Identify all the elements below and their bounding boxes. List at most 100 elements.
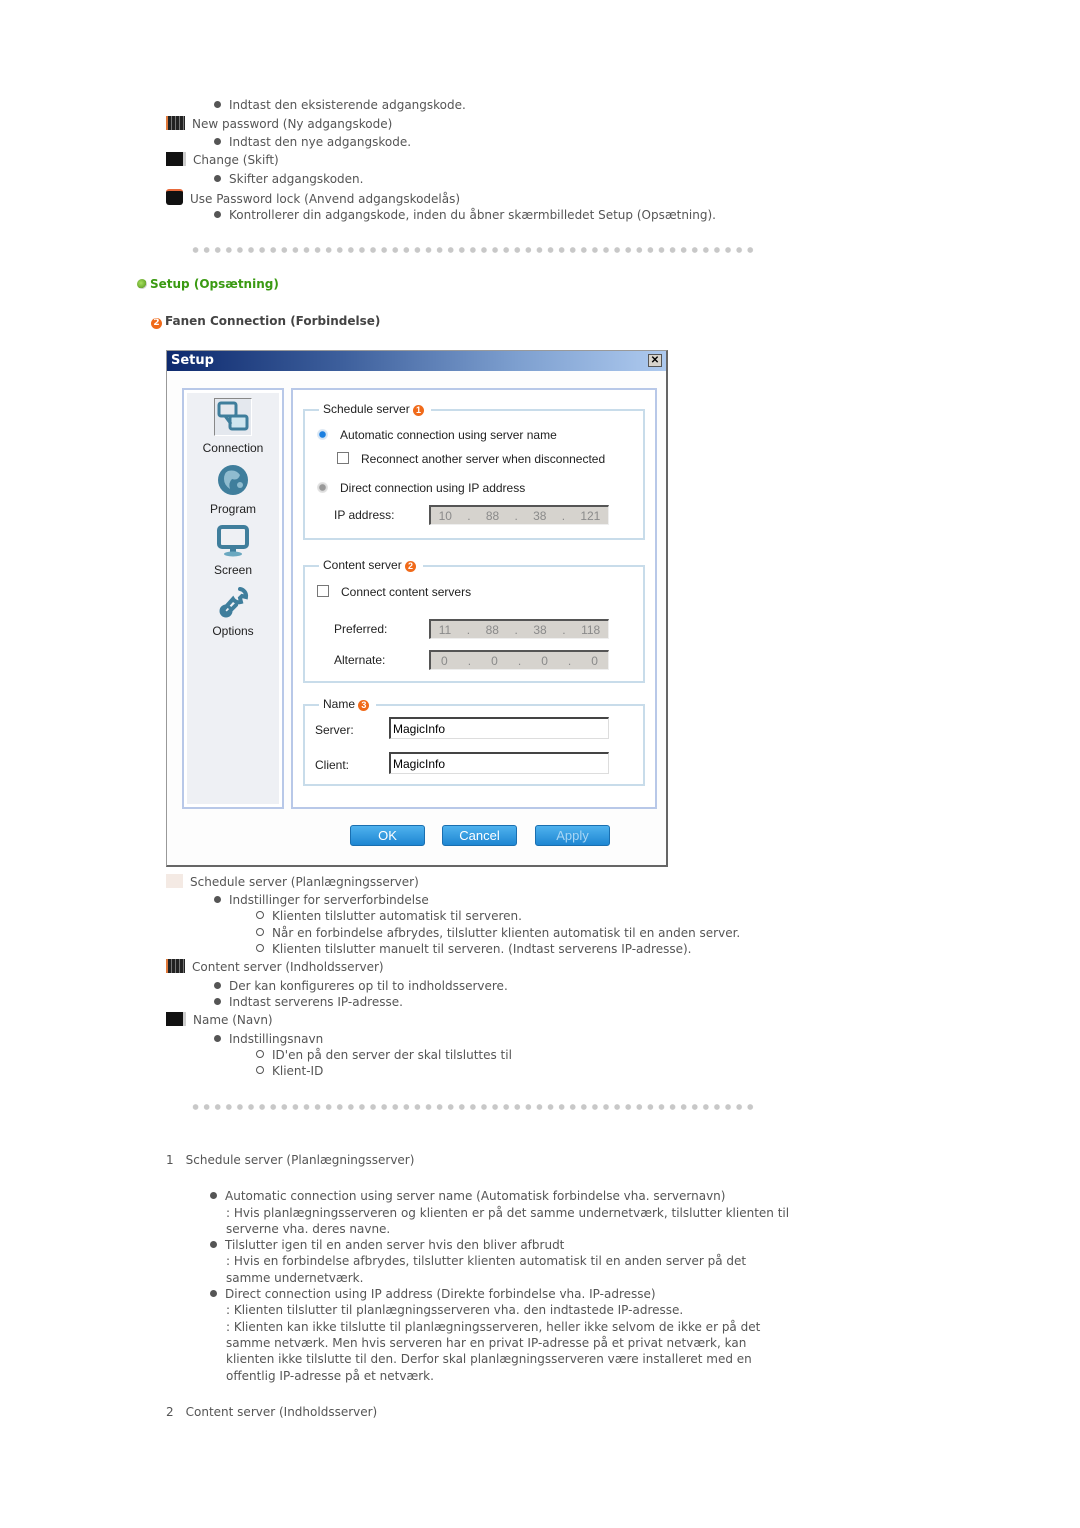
group-legend: Name 3 bbox=[319, 697, 377, 711]
direct-connection-radio[interactable]: Direct connection using IP address bbox=[317, 481, 525, 495]
server-name-label: Server: bbox=[315, 723, 354, 737]
continuation-text: offentlig IP-adresse på et netværk. bbox=[226, 1369, 434, 1383]
list-item: New password (Ny adgangskode) bbox=[166, 116, 392, 132]
list-item: Indstillingsnavn bbox=[214, 1031, 323, 1047]
list-item: Klienten tilslutter manuelt til serveren… bbox=[256, 941, 691, 957]
dialog-title: Setup bbox=[171, 353, 214, 368]
bullet-icon bbox=[210, 1241, 217, 1248]
ip-octet: 0 bbox=[491, 653, 498, 668]
monitor-icon bbox=[217, 525, 249, 557]
bullet-icon bbox=[214, 211, 221, 218]
heading-number: 1 bbox=[166, 1153, 174, 1167]
nav-item-program[interactable]: Program bbox=[187, 463, 279, 516]
close-button[interactable]: ✕ bbox=[648, 354, 662, 367]
subsection-title: 2 Fanen Connection (Forbindelse) bbox=[151, 314, 380, 329]
continuation-text: klienten ikke tilslutte til den. Derfor … bbox=[226, 1352, 752, 1366]
ip-octet: 121 bbox=[580, 508, 601, 523]
password-lock-icon bbox=[166, 189, 183, 205]
bullet-icon bbox=[214, 896, 221, 903]
list-item-text: Change (Skift) bbox=[193, 153, 279, 167]
ip-octet: 38 bbox=[533, 508, 547, 523]
ip-octet: 88 bbox=[485, 508, 500, 523]
nav-label: Options bbox=[212, 624, 254, 638]
nav-item-screen[interactable]: Screen bbox=[187, 524, 279, 577]
list-item-text: Når en forbindelse afbrydes, tilslutter … bbox=[272, 926, 741, 940]
globe-icon bbox=[218, 465, 248, 495]
subsection-title-text: Fanen Connection (Forbindelse) bbox=[165, 314, 381, 328]
ip-octet: 0 bbox=[441, 653, 448, 668]
list-item: Use Password lock (Anvend adgangskodelås… bbox=[166, 189, 460, 207]
wrench-icon bbox=[219, 587, 249, 618]
list-item: Når en forbindelse afbrydes, tilslutter … bbox=[256, 925, 740, 941]
bullet-icon bbox=[214, 175, 221, 182]
auto-connection-radio[interactable]: Automatic connection using server name bbox=[317, 428, 557, 442]
list-item: Klienten tilslutter automatisk til serve… bbox=[256, 908, 522, 924]
list-item: ID'en på den server der skal tilsluttes … bbox=[256, 1047, 512, 1063]
list-item: Indtast den eksisterende adgangskode. bbox=[214, 97, 466, 113]
ip-octet: 118 bbox=[581, 622, 601, 637]
client-name-label: Client: bbox=[315, 758, 350, 772]
bullet-icon bbox=[214, 1035, 221, 1042]
name-group: Name 3 Server: Client: bbox=[303, 697, 645, 786]
list-item: Indtast den nye adgangskode. bbox=[214, 134, 411, 150]
ok-button[interactable]: OK bbox=[350, 825, 425, 846]
numbered-heading: 2 Content server (Indholdsserver) bbox=[166, 1404, 377, 1420]
continuation-text: : Klienten tilslutter til planlægningsse… bbox=[226, 1303, 684, 1317]
connection-icon bbox=[214, 398, 252, 436]
list-item-text: Indtast den nye adgangskode. bbox=[229, 135, 412, 149]
preferred-ip-field[interactable]: 11. 88. 38. 118 bbox=[429, 619, 609, 639]
nav-label: Screen bbox=[213, 563, 253, 577]
ip-octet: 0 bbox=[541, 653, 548, 668]
setup-dialog: Setup ✕ Connection Program Screen Option… bbox=[166, 350, 668, 867]
list-item: Kontrollerer din adgangskode, inden du å… bbox=[214, 207, 716, 223]
reconnect-checkbox[interactable]: Reconnect another server when disconnect… bbox=[337, 452, 605, 466]
bullet-icon bbox=[214, 138, 221, 145]
change-icon bbox=[166, 152, 186, 166]
list-item: Indstillinger for serverforbindelse bbox=[214, 892, 429, 908]
ip-octet: 0 bbox=[591, 653, 598, 668]
ip-address-field[interactable]: 10. 88. 38. 121 bbox=[429, 505, 609, 525]
list-item-text: Content server (Indholdsserver) bbox=[192, 960, 384, 974]
checkbox-unchecked-icon bbox=[317, 585, 329, 597]
group-legend: Content server 2 bbox=[319, 558, 424, 572]
list-item-text: Indstillinger for serverforbindelse bbox=[229, 893, 429, 907]
bullet-icon bbox=[214, 982, 221, 989]
connection-panel: Schedule server 1 Automatic connection u… bbox=[291, 388, 657, 809]
alternate-label: Alternate: bbox=[334, 653, 386, 667]
list-item-text: Use Password lock (Anvend adgangskodelås… bbox=[190, 192, 461, 206]
list-item: Skifter adgangskoden. bbox=[214, 171, 363, 187]
list-item: Direct connection using IP address (Dire… bbox=[210, 1286, 656, 1302]
nav-item-connection[interactable]: Connection bbox=[187, 398, 279, 455]
list-item-text: Kontrollerer din adgangskode, inden du å… bbox=[229, 208, 716, 222]
list-item: Content server (Indholdsserver) bbox=[166, 959, 384, 975]
number-badge-icon: 2 bbox=[405, 561, 417, 572]
nav-label: Connection bbox=[202, 441, 264, 455]
bullet-icon bbox=[210, 1192, 217, 1199]
apply-button[interactable]: Apply bbox=[535, 825, 610, 846]
legend-text: Name bbox=[323, 697, 356, 711]
legend-text: Content server bbox=[323, 558, 402, 572]
circle-bullet-icon bbox=[256, 1050, 264, 1058]
list-item: Der kan konfigureres op til to indholdss… bbox=[214, 978, 508, 994]
content-server-icon bbox=[166, 959, 185, 973]
group-legend: Schedule server 1 bbox=[319, 402, 432, 416]
list-item: Name (Navn) bbox=[166, 1012, 273, 1028]
heading-text: Schedule server (Planlægningsserver) bbox=[185, 1153, 415, 1167]
list-item-text: Indstillingsnavn bbox=[229, 1032, 324, 1046]
nav-item-options[interactable]: Options bbox=[187, 585, 279, 638]
number-badge-icon: 1 bbox=[413, 405, 425, 416]
alternate-ip-field[interactable]: 0. 0. 0. 0 bbox=[429, 650, 609, 670]
continuation-text: serverne vha. deres navne. bbox=[226, 1222, 391, 1236]
list-item-text: Name (Navn) bbox=[193, 1013, 273, 1027]
server-name-input[interactable] bbox=[389, 717, 609, 739]
cancel-button[interactable]: Cancel bbox=[442, 825, 517, 846]
radio-selected-icon bbox=[317, 429, 328, 440]
connect-content-servers-checkbox[interactable]: Connect content servers bbox=[317, 585, 471, 599]
legend-text: Schedule server bbox=[323, 402, 410, 416]
dotted-divider bbox=[190, 247, 756, 253]
list-item-text: Skifter adgangskoden. bbox=[229, 172, 364, 186]
client-name-input[interactable] bbox=[389, 752, 609, 774]
list-item-text: Indtast serverens IP-adresse. bbox=[229, 995, 403, 1009]
dialog-titlebar[interactable]: Setup ✕ bbox=[167, 351, 666, 371]
ip-octet: 88 bbox=[485, 622, 499, 637]
